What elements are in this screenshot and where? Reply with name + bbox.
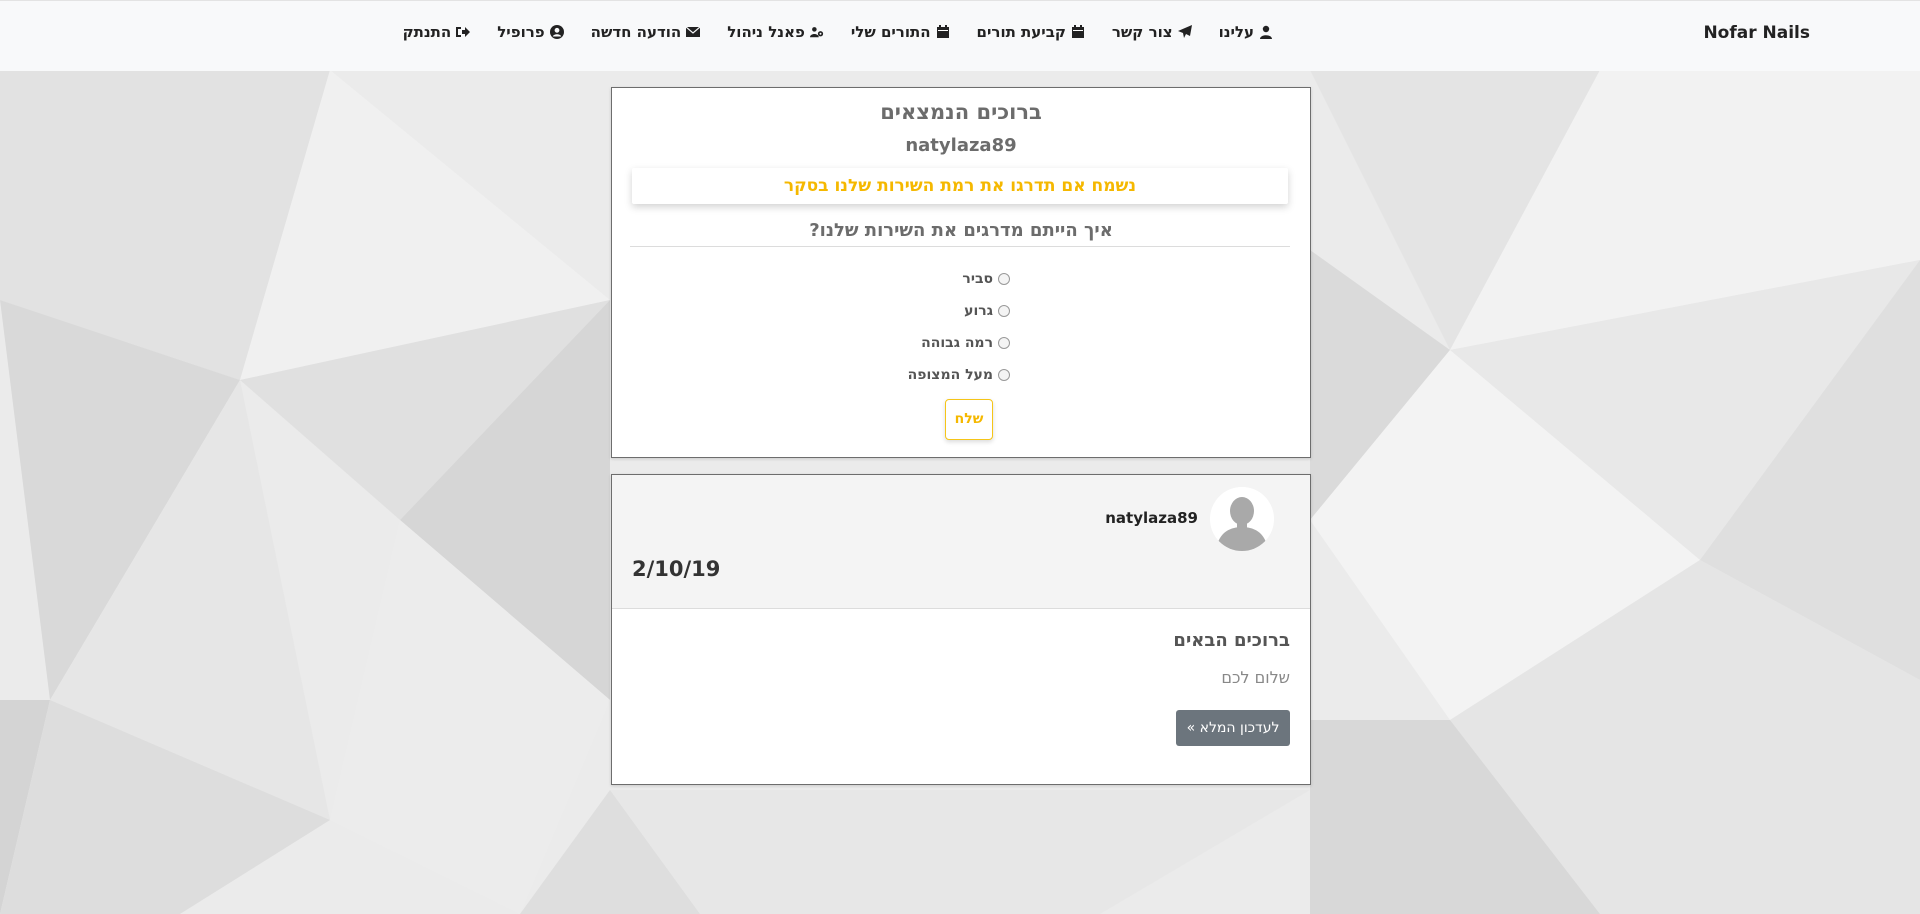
users-cog-icon bbox=[809, 25, 824, 39]
survey-question: איך הייתם מדרגים את השירות שלנו? bbox=[809, 220, 1113, 241]
radio-button[interactable] bbox=[998, 273, 1010, 285]
read-more-button[interactable]: לעדכון המלא » bbox=[1176, 710, 1290, 746]
nav-item-label: התורים שלי bbox=[850, 23, 931, 41]
nav-item-logout[interactable]: התנתק bbox=[403, 23, 471, 41]
option-label: סביר bbox=[962, 271, 993, 287]
option-label: מעל המצופה bbox=[907, 367, 993, 383]
radio-button[interactable] bbox=[998, 369, 1010, 381]
user-icon bbox=[1259, 25, 1273, 39]
divider bbox=[630, 246, 1290, 247]
post-card: natylaza89 2/10/19 ברוכים הבאים שלום לכם… bbox=[611, 474, 1311, 785]
radio-button[interactable] bbox=[998, 337, 1010, 349]
nav-item-about[interactable]: עלינו bbox=[1219, 23, 1273, 41]
avatar bbox=[1210, 487, 1274, 551]
nav-item-label: הודעה חדשה bbox=[590, 23, 682, 41]
envelope-icon bbox=[686, 25, 701, 39]
radio-button[interactable] bbox=[998, 305, 1010, 317]
survey-title: ברוכים הנמצאים bbox=[880, 100, 1042, 124]
option-bad[interactable]: גרוע bbox=[964, 303, 1010, 319]
sign-out-icon bbox=[456, 25, 471, 39]
option-label: גרוע bbox=[964, 303, 993, 319]
nav-item-contact[interactable]: צור קשר bbox=[1112, 23, 1192, 41]
post-date: 2/10/19 bbox=[632, 557, 721, 581]
post-title: ברוכים הבאים bbox=[1173, 630, 1290, 651]
nav-item-label: התנתק bbox=[402, 23, 452, 41]
nav-menu: עלינו צור קשר קביעת תורים התורים שלי פאנ… bbox=[376, 23, 1273, 41]
brand-logo[interactable]: Nofar Nails bbox=[1703, 23, 1810, 43]
nav-item-label: עלינו bbox=[1218, 23, 1254, 41]
top-navbar: Nofar Nails עלינו צור קשר קביעת תורים הת… bbox=[0, 0, 1920, 71]
calendar-icon bbox=[936, 25, 950, 39]
option-high-level[interactable]: רמה גבוהה bbox=[921, 335, 1010, 351]
submit-button[interactable]: שלח bbox=[945, 399, 993, 440]
nav-item-label: פאנל ניהול bbox=[727, 23, 805, 41]
option-above-expected[interactable]: מעל המצופה bbox=[908, 367, 1010, 383]
option-label: רמה גבוהה bbox=[921, 335, 993, 351]
nav-item-label: קביעת תורים bbox=[976, 23, 1066, 41]
nav-item-admin-panel[interactable]: פאנל ניהול bbox=[727, 23, 824, 41]
survey-banner: נשמח אם תדרגו את רמת השירות שלנו בסקר bbox=[632, 168, 1288, 204]
option-reasonable[interactable]: סביר bbox=[962, 271, 1010, 287]
nav-item-profile[interactable]: פרופיל bbox=[497, 23, 564, 41]
post-body: שלום לכם bbox=[1221, 668, 1290, 687]
nav-item-label: צור קשר bbox=[1111, 23, 1173, 41]
user-circle-icon bbox=[549, 25, 564, 39]
nav-item-new-message[interactable]: הודעה חדשה bbox=[591, 23, 701, 41]
nav-item-book-appointment[interactable]: קביעת תורים bbox=[977, 23, 1085, 41]
paper-plane-icon bbox=[1177, 25, 1192, 39]
post-header: natylaza89 2/10/19 bbox=[612, 475, 1310, 609]
nav-item-my-appointments[interactable]: התורים שלי bbox=[851, 23, 950, 41]
post-username: natylaza89 bbox=[1105, 509, 1198, 527]
nav-item-label: פרופיל bbox=[497, 23, 545, 41]
survey-username: natylaza89 bbox=[905, 135, 1017, 156]
survey-card: ברוכים הנמצאים natylaza89 נשמח אם תדרגו … bbox=[611, 87, 1311, 458]
calendar-icon bbox=[1071, 25, 1085, 39]
